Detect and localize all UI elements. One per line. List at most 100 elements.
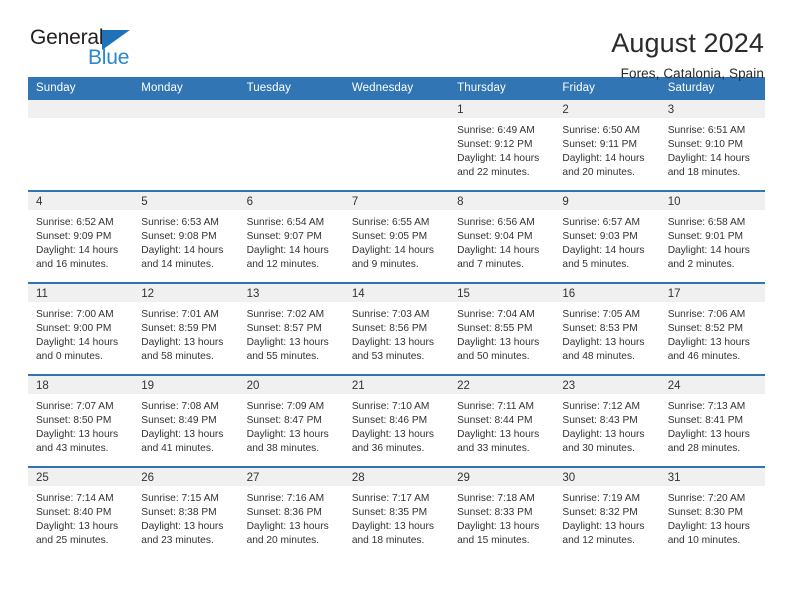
day-number: 15: [449, 284, 555, 302]
sunset-time: Sunset: 8:38 PM: [141, 507, 217, 519]
daylight-duration-line2: and 33 minutes.: [457, 443, 530, 455]
location-subtitle: Fores, Catalonia, Spain: [620, 66, 764, 82]
sunset-time: Sunset: 8:46 PM: [351, 415, 428, 427]
calendar-day-cell[interactable]: 24 Sunrise: 7:13 AM Sunset: 8:41 PM Dayligh…: [659, 374, 765, 467]
calendar-day-cell[interactable]: 27 Sunrise: 7:16 AM Sunset: 8:36 PM Dayligh…: [238, 466, 344, 558]
day-details: Sunrise: 7:10 AM Sunset: 8:46 PM Daylight:…: [344, 394, 449, 456]
daylight-duration-line2: and 53 minutes.: [351, 351, 425, 363]
sunset-time: Sunset: 8:30 PM: [667, 507, 744, 519]
daylight-duration-line1: Daylight: 13 hours: [457, 337, 540, 349]
day-details: Sunrise: 7:19 AM Sunset: 8:32 PM Daylight:…: [554, 486, 659, 548]
calendar-day-cell[interactable]: 20 Sunrise: 7:09 AM Sunset: 8:47 PM Dayligh…: [238, 374, 344, 467]
daylight-duration-line1: Daylight: 13 hours: [562, 337, 645, 349]
sunrise-time: Sunrise: 6:58 AM: [667, 217, 746, 228]
daylight-duration-line2: and 23 minutes.: [141, 535, 214, 547]
calendar-day-cell[interactable]: 31 Sunrise: 7:20 AM Sunset: 8:30 PM Dayligh…: [659, 466, 765, 558]
daylight-duration-line2: and 20 minutes.: [246, 535, 320, 547]
day-number: [343, 100, 450, 118]
daylight-duration-line2: and 7 minutes.: [457, 259, 524, 271]
day-details: Sunrise: 6:54 AM Sunset: 9:07 PM Daylight:…: [239, 210, 344, 272]
calendar-day-cell[interactable]: 8 Sunrise: 6:56 AM Sunset: 9:04 PM Daylight…: [449, 190, 555, 283]
calendar-day-cell[interactable]: 13 Sunrise: 7:02 AM Sunset: 8:57 PM Dayligh…: [238, 282, 344, 375]
calendar-day-cell[interactable]: 5 Sunrise: 6:53 AM Sunset: 9:08 PM Daylight…: [133, 190, 239, 283]
calendar-cell-empty: [133, 100, 239, 191]
sunrise-time: Sunrise: 7:07 AM: [36, 401, 114, 412]
sunset-time: Sunset: 9:01 PM: [667, 231, 744, 243]
sunrise-time: Sunrise: 7:17 AM: [351, 493, 430, 504]
daylight-duration-line1: Daylight: 14 hours: [562, 153, 645, 165]
daylight-duration-line1: Daylight: 14 hours: [667, 245, 750, 257]
calendar-day-cell[interactable]: 19 Sunrise: 7:08 AM Sunset: 8:49 PM Dayligh…: [133, 374, 239, 467]
calendar-day-cell[interactable]: 4 Sunrise: 6:52 AM Sunset: 9:09 PM Daylight…: [28, 190, 134, 283]
daylight-duration-line1: Daylight: 13 hours: [457, 429, 540, 441]
day-number: 25: [28, 468, 134, 486]
daylight-duration-line2: and 30 minutes.: [562, 443, 635, 455]
daylight-duration-line2: and 43 minutes.: [36, 443, 109, 455]
daylight-duration-line2: and 50 minutes.: [457, 351, 530, 363]
calendar-day-cell[interactable]: 16 Sunrise: 7:05 AM Sunset: 8:53 PM Dayligh…: [554, 282, 660, 375]
calendar-day-cell[interactable]: 12 Sunrise: 7:01 AM Sunset: 8:59 PM Dayligh…: [133, 282, 239, 375]
day-number: 4: [28, 192, 134, 210]
day-number: 9: [554, 192, 660, 210]
sunrise-time: Sunrise: 7:02 AM: [246, 309, 325, 320]
daylight-duration-line1: Daylight: 13 hours: [562, 521, 645, 533]
calendar-day-cell[interactable]: 2 Sunrise: 6:50 AM Sunset: 9:11 PM Daylight…: [554, 100, 660, 191]
calendar-day-cell[interactable]: 7 Sunrise: 6:55 AM Sunset: 9:05 PM Daylight…: [343, 190, 450, 283]
sunrise-time: Sunrise: 7:10 AM: [351, 401, 430, 412]
sunrise-time: Sunrise: 7:05 AM: [562, 309, 640, 320]
sunset-time: Sunset: 8:40 PM: [36, 507, 112, 519]
day-number: 18: [28, 376, 134, 394]
sunset-time: Sunset: 8:50 PM: [36, 415, 112, 427]
calendar-day-cell[interactable]: 29 Sunrise: 7:18 AM Sunset: 8:33 PM Dayligh…: [449, 466, 555, 558]
calendar-day-cell[interactable]: 10 Sunrise: 6:58 AM Sunset: 9:01 PM Dayligh…: [659, 190, 765, 283]
daylight-duration-line2: and 12 minutes.: [562, 535, 635, 547]
day-details: Sunrise: 7:00 AM Sunset: 9:00 PM Daylight:…: [28, 302, 133, 364]
daylight-duration-line1: Daylight: 13 hours: [246, 521, 329, 533]
general-blue-logo[interactable]: General Blue: [28, 27, 178, 73]
calendar-day-cell[interactable]: 23 Sunrise: 7:12 AM Sunset: 8:43 PM Dayligh…: [554, 374, 660, 467]
weekday-header-tuesday: Tuesday: [238, 77, 344, 100]
sunset-time: Sunset: 8:35 PM: [351, 507, 428, 519]
daylight-duration-line2: and 9 minutes.: [351, 259, 419, 271]
calendar-day-cell[interactable]: 6 Sunrise: 6:54 AM Sunset: 9:07 PM Daylight…: [238, 190, 344, 283]
sunset-time: Sunset: 8:36 PM: [246, 507, 322, 519]
calendar-day-cell[interactable]: 3 Sunrise: 6:51 AM Sunset: 9:10 PM Daylight…: [659, 100, 765, 191]
sunset-time: Sunset: 9:12 PM: [457, 139, 533, 151]
sunrise-time: Sunrise: 7:04 AM: [457, 309, 535, 320]
calendar-day-cell[interactable]: 28 Sunrise: 7:17 AM Sunset: 8:35 PM Dayligh…: [343, 466, 450, 558]
daylight-duration-line1: Daylight: 13 hours: [36, 521, 119, 533]
calendar-day-cell[interactable]: 22 Sunrise: 7:11 AM Sunset: 8:44 PM Dayligh…: [449, 374, 555, 467]
daylight-duration-line1: Daylight: 13 hours: [667, 429, 750, 441]
day-details: Sunrise: 7:03 AM Sunset: 8:56 PM Daylight:…: [344, 302, 449, 364]
daylight-duration-line1: Daylight: 13 hours: [667, 521, 750, 533]
calendar-day-cell[interactable]: 1 Sunrise: 6:49 AM Sunset: 9:12 PM Daylight…: [449, 100, 555, 191]
day-number: 10: [659, 192, 765, 210]
calendar-day-cell[interactable]: 26 Sunrise: 7:15 AM Sunset: 8:38 PM Dayligh…: [133, 466, 239, 558]
calendar-day-cell[interactable]: 15 Sunrise: 7:04 AM Sunset: 8:55 PM Dayligh…: [449, 282, 555, 375]
day-number: 19: [133, 376, 239, 394]
sunset-time: Sunset: 9:11 PM: [562, 139, 637, 151]
calendar-day-cell[interactable]: 17 Sunrise: 7:06 AM Sunset: 8:52 PM Dayligh…: [659, 282, 765, 375]
calendar-day-cell[interactable]: 11 Sunrise: 7:00 AM Sunset: 9:00 PM Dayligh…: [28, 282, 134, 375]
sunset-time: Sunset: 9:04 PM: [457, 231, 533, 243]
weekday-header-sunday: Sunday: [28, 77, 134, 100]
sunrise-time: Sunrise: 6:57 AM: [562, 217, 640, 228]
day-details: Sunrise: 6:51 AM Sunset: 9:10 PM Daylight:…: [660, 118, 765, 180]
sunrise-time: Sunrise: 6:53 AM: [141, 217, 219, 228]
sunrise-time: Sunrise: 6:54 AM: [246, 217, 325, 228]
calendar-day-cell[interactable]: 9 Sunrise: 6:57 AM Sunset: 9:03 PM Daylight…: [554, 190, 660, 283]
calendar-day-cell[interactable]: 14 Sunrise: 7:03 AM Sunset: 8:56 PM Dayligh…: [343, 282, 450, 375]
day-number: 27: [238, 468, 344, 486]
daylight-duration-line2: and 46 minutes.: [667, 351, 741, 363]
calendar-day-cell[interactable]: 30 Sunrise: 7:19 AM Sunset: 8:32 PM Dayligh…: [554, 466, 660, 558]
daylight-duration-line1: Daylight: 14 hours: [351, 245, 434, 257]
sunrise-time: Sunrise: 6:52 AM: [36, 217, 114, 228]
calendar-day-cell[interactable]: 25 Sunrise: 7:14 AM Sunset: 8:40 PM Dayligh…: [28, 466, 134, 558]
day-details: Sunrise: 7:18 AM Sunset: 8:33 PM Daylight:…: [449, 486, 554, 548]
calendar-day-cell[interactable]: 18 Sunrise: 7:07 AM Sunset: 8:50 PM Dayligh…: [28, 374, 134, 467]
day-number: 29: [449, 468, 555, 486]
calendar-day-cell[interactable]: 21 Sunrise: 7:10 AM Sunset: 8:46 PM Dayligh…: [343, 374, 450, 467]
sunrise-time: Sunrise: 6:56 AM: [457, 217, 535, 228]
day-number: 2: [554, 100, 660, 118]
sunrise-time: Sunrise: 7:08 AM: [141, 401, 219, 412]
